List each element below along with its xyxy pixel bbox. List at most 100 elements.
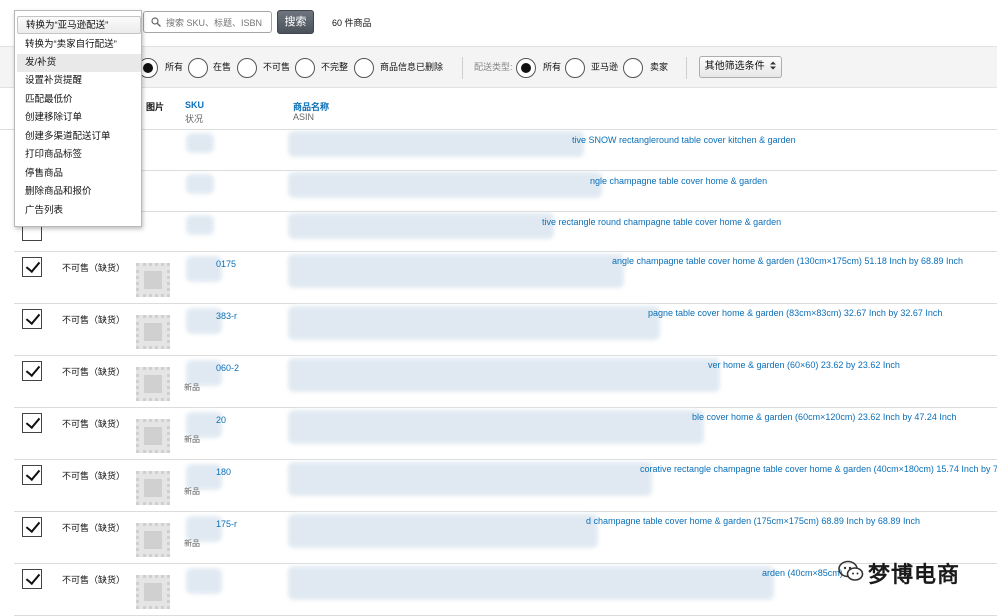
- table-header: 图片 SKU 状况 商品名称 ASIN: [0, 88, 997, 130]
- redacted-title: [288, 566, 774, 600]
- row-sku[interactable]: 180: [216, 467, 231, 477]
- redacted-sku: [186, 174, 214, 194]
- row-sku[interactable]: 0175: [216, 259, 236, 269]
- row-status: 不可售（缺货）: [62, 523, 126, 533]
- product-thumbnail[interactable]: [136, 471, 170, 505]
- row-status: 不可售（缺货）: [62, 263, 126, 273]
- redacted-title: [288, 131, 584, 157]
- more-filters-button[interactable]: 其他筛选条件: [699, 56, 782, 78]
- status-label-incomplete: 不完整: [321, 62, 349, 72]
- row-sku[interactable]: 383-r: [216, 311, 237, 321]
- row-condition: 新品: [184, 435, 200, 444]
- redacted-title: [288, 213, 554, 239]
- menu-item-print-labels[interactable]: 打印商品标签: [15, 146, 141, 164]
- row-checkbox[interactable]: [22, 517, 42, 537]
- redacted-title: [288, 254, 624, 288]
- row-checkbox[interactable]: [22, 569, 42, 589]
- row-sku[interactable]: 20: [216, 415, 226, 425]
- row-product-title[interactable]: arden (40cm×85cm): [762, 568, 843, 578]
- redacted-sku: [186, 568, 222, 594]
- product-thumbnail[interactable]: [136, 575, 170, 609]
- row-checkbox[interactable]: [22, 465, 42, 485]
- toolbar: 搜索 60 件商品: [0, 0, 997, 46]
- row-product-title[interactable]: corative rectangle champagne table cover…: [640, 464, 997, 474]
- redacted-sku: [186, 133, 214, 153]
- watermark: 梦博电商: [838, 556, 978, 590]
- filter-divider: [686, 57, 687, 79]
- menu-item-delete-listing[interactable]: 删除商品和报价: [15, 183, 141, 201]
- fulfillment-label-merchant: 卖家: [650, 62, 669, 72]
- row-status: 不可售（缺货）: [62, 471, 126, 481]
- menu-item-stop-selling[interactable]: 停售商品: [15, 165, 141, 183]
- header-sku[interactable]: SKU: [185, 100, 204, 110]
- product-thumbnail[interactable]: [136, 367, 170, 401]
- row-product-title[interactable]: ver home & garden (60×60) 23.62 by 23.62…: [708, 360, 900, 370]
- row-status: 不可售（缺货）: [62, 419, 126, 429]
- menu-item-multichannel-order[interactable]: 创建多渠道配送订单: [15, 128, 141, 146]
- table-row: 不可售（缺货） 0175 angle champagne table cover h…: [14, 252, 997, 304]
- row-product-title[interactable]: tive SNOW rectangleround table cover kit…: [572, 135, 796, 145]
- menu-item-ad-listings[interactable]: 广告列表: [15, 202, 141, 220]
- menu-item-create-removal[interactable]: 创建移除订单: [15, 109, 141, 127]
- row-condition: 新品: [184, 487, 200, 496]
- table-row: 不可售（缺货） 383-r pagne table cover home & gar…: [14, 304, 997, 356]
- status-label-active: 在售: [213, 62, 232, 72]
- menu-item-send-replenish[interactable]: 发/补货: [17, 54, 141, 72]
- redacted-title: [288, 514, 598, 548]
- search-box[interactable]: [143, 11, 272, 33]
- search-icon: [151, 17, 161, 27]
- product-thumbnail[interactable]: [136, 523, 170, 557]
- wechat-icon: [838, 560, 864, 581]
- fulfillment-radio-merchant[interactable]: [623, 58, 643, 78]
- fulfillment-radio-amazon[interactable]: [565, 58, 585, 78]
- table-row: 不可售（缺货） 20 新品 ble cover home & garden (60cm…: [14, 408, 997, 460]
- search-input[interactable]: [166, 15, 269, 30]
- row-product-title[interactable]: d champagne table cover home & garden (1…: [586, 516, 920, 526]
- row-status: 不可售（缺货）: [62, 315, 126, 325]
- row-condition: 新品: [184, 539, 200, 548]
- row-checkbox[interactable]: [22, 413, 42, 433]
- row-sku[interactable]: 175-r: [216, 519, 237, 529]
- table-row: tive rectangle round champagne table cov…: [14, 212, 997, 252]
- redacted-title: [288, 358, 720, 392]
- header-asin: ASIN: [293, 112, 315, 122]
- redacted-title: [288, 462, 652, 496]
- filter-divider: [462, 57, 463, 79]
- redacted-sku: [186, 215, 214, 235]
- row-checkbox[interactable]: [22, 309, 42, 329]
- fulfillment-label: 配送类型:: [474, 62, 513, 72]
- row-product-title[interactable]: tive rectangle round champagne table cov…: [542, 217, 781, 227]
- status-radio-active[interactable]: [188, 58, 208, 78]
- fulfillment-radio-all[interactable]: [516, 58, 536, 78]
- row-product-title[interactable]: ble cover home & garden (60cm×120cm) 23.…: [692, 412, 956, 422]
- bulk-action-menu: 转换为“亚马逊配送” 转换为“卖家自行配送” 发/补货 设置补货提醒 匹配最低价…: [14, 10, 142, 227]
- status-radio-deleted[interactable]: [354, 58, 374, 78]
- watermark-text: 梦博电商: [868, 562, 961, 587]
- menu-item-convert-fbm[interactable]: 转换为“卖家自行配送”: [15, 36, 141, 54]
- product-thumbnail[interactable]: [136, 315, 170, 349]
- redacted-title: [288, 410, 704, 444]
- updown-arrow-icon: [770, 61, 777, 70]
- product-thumbnail[interactable]: [136, 263, 170, 297]
- menu-item-restock-alert[interactable]: 设置补货提醒: [15, 72, 141, 90]
- row-product-title[interactable]: angle champagne table cover home & garde…: [612, 256, 963, 266]
- status-label-all: 所有: [165, 62, 184, 72]
- more-filters-label: 其他筛选条件: [704, 61, 765, 72]
- row-product-title[interactable]: ngle champagne table cover home & garden: [590, 176, 767, 186]
- row-checkbox[interactable]: [22, 361, 42, 381]
- search-button[interactable]: 搜索: [277, 10, 314, 34]
- status-label-deleted: 商品信息已删除: [380, 62, 444, 72]
- menu-item-convert-fba[interactable]: 转换为“亚马逊配送”: [17, 16, 141, 34]
- menu-item-match-low-price[interactable]: 匹配最低价: [15, 91, 141, 109]
- table-row: tive SNOW rectangleround table cover kit…: [14, 130, 997, 171]
- status-radio-incomplete[interactable]: [295, 58, 315, 78]
- row-checkbox[interactable]: [22, 257, 42, 277]
- status-radio-inactive[interactable]: [237, 58, 257, 78]
- row-product-title[interactable]: pagne table cover home & garden (83cm×83…: [648, 308, 942, 318]
- result-count: 60 件商品: [332, 18, 372, 28]
- row-status: 不可售（缺货）: [62, 575, 126, 585]
- product-thumbnail[interactable]: [136, 419, 170, 453]
- status-label-inactive: 不可售: [263, 62, 291, 72]
- redacted-title: [288, 306, 660, 340]
- row-sku[interactable]: 060-2: [216, 363, 239, 373]
